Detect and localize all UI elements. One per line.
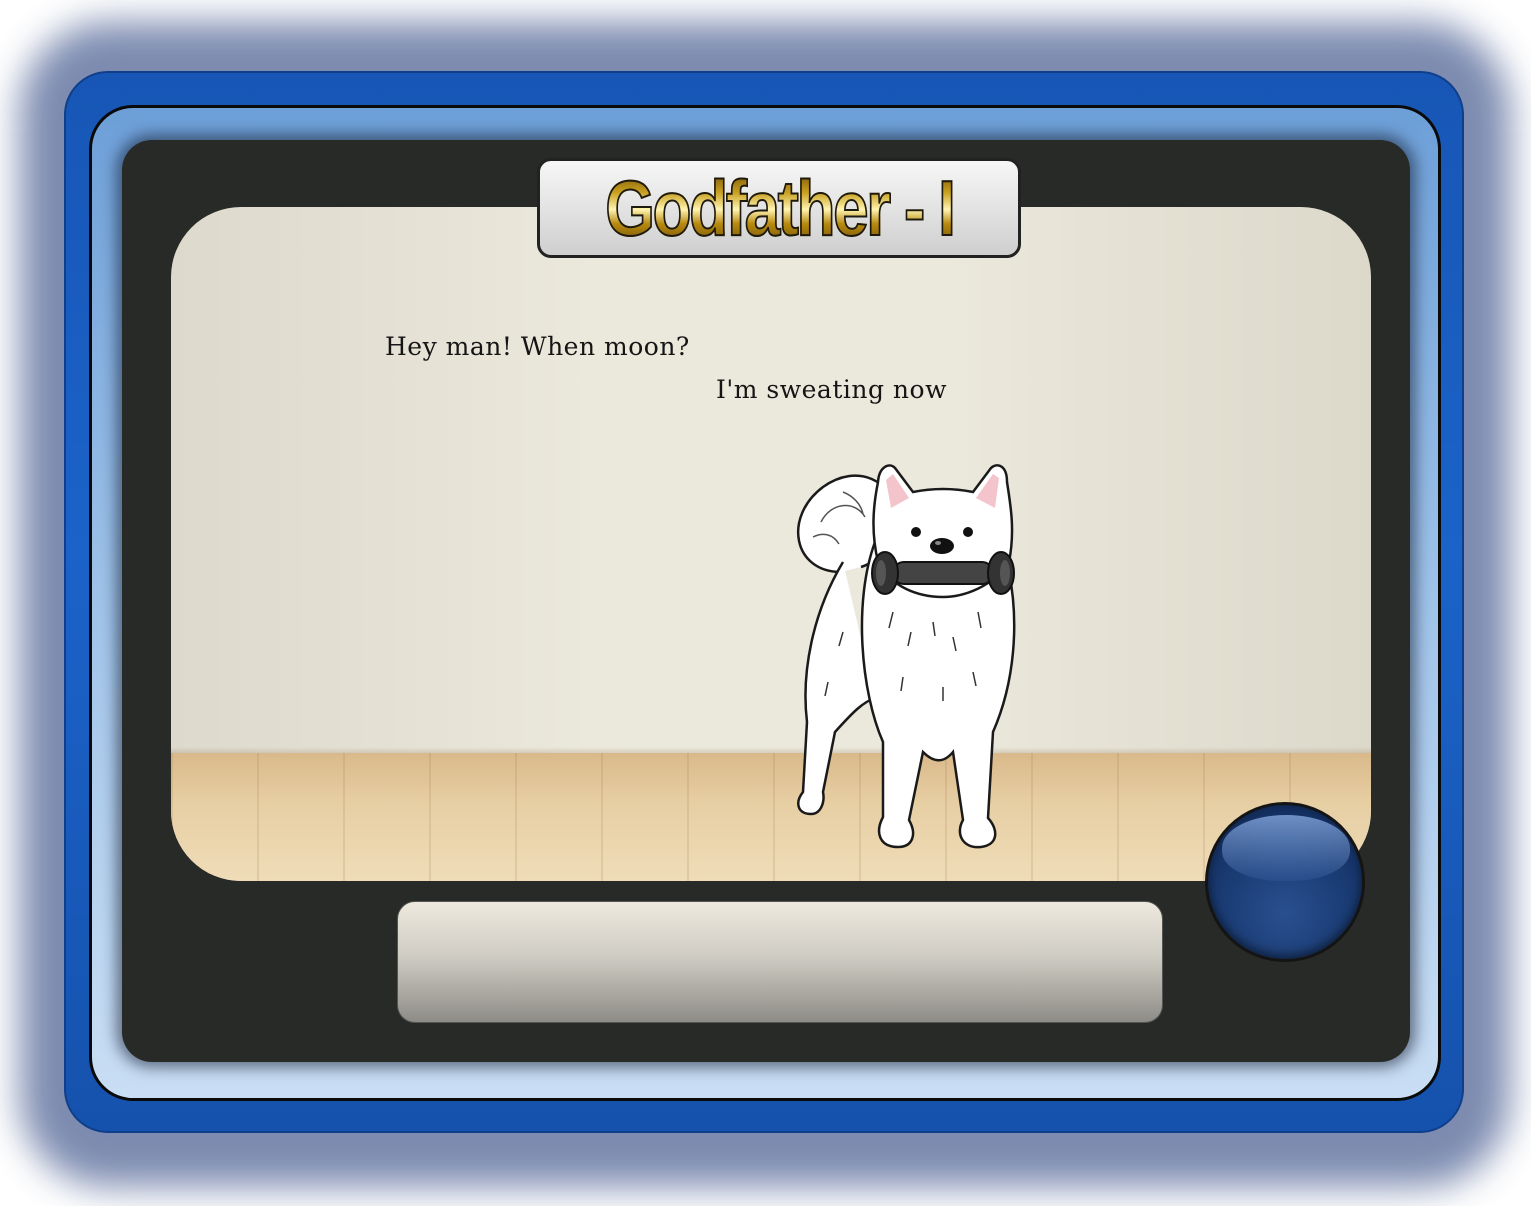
wooden-floor xyxy=(171,753,1371,881)
dialog-text-box[interactable] xyxy=(397,901,1163,1023)
speech-line-2: I'm sweating now xyxy=(716,375,947,404)
blue-orb-icon[interactable] xyxy=(1205,802,1365,962)
orb-shine xyxy=(1222,815,1350,881)
title-plate: Godfather - I xyxy=(537,158,1021,258)
game-scene[interactable]: Hey man! When moon? I'm sweating now xyxy=(171,207,1371,881)
dog-character xyxy=(797,464,1016,849)
speech-line-1: Hey man! When moon? xyxy=(385,332,690,361)
game-title: Godfather - I xyxy=(604,164,956,252)
